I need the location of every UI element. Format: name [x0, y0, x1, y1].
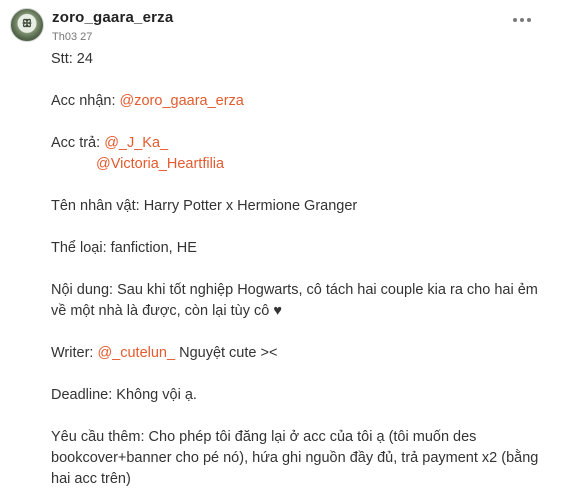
mention-link[interactable]: @_cutelun_ — [97, 345, 175, 361]
writer-label: Writer: — [51, 345, 98, 361]
post-content: Stt: 24 Acc nhận: @zoro_gaara_erza Acc t… — [51, 49, 561, 490]
mention-link[interactable]: @Victoria_Heartfilia — [96, 156, 224, 172]
acc-nhan-label: Acc nhận: — [51, 93, 120, 109]
deadline-line: Deadline: Không vội ạ. — [51, 387, 197, 403]
yeu-cau-line-1: Yêu cầu thêm: Cho phép tôi đăng lại ở ac… — [51, 429, 477, 445]
noi-dung-line-1: Nội dung: Sau khi tốt nghiệp Hogwarts, c… — [51, 282, 538, 298]
acc-nhan-line: Acc nhận: @zoro_gaara_erza — [51, 91, 561, 112]
acc-tra-label: Acc trả: — [51, 135, 105, 151]
more-horizontal-icon[interactable] — [513, 16, 533, 24]
yeu-cau-line-3: hai acc trên) — [51, 471, 131, 487]
mention-link[interactable]: @zoro_gaara_erza — [120, 93, 244, 109]
the-loai-line: Thể loại: fanfiction, HE — [51, 240, 197, 256]
post-timestamp: Th03 27 — [52, 31, 93, 43]
acc-tra-line: Acc trả: @_J_Ka_ — [51, 133, 561, 154]
mention-link[interactable]: @_J_Ka_ — [104, 135, 168, 151]
stt-line: Stt: 24 — [51, 51, 93, 67]
acc-tra-line-2: @Victoria_Heartfilia — [51, 154, 561, 175]
post-card: ꕥ zoro_gaara_erza Th03 27 Stt: 24 Acc nh… — [0, 0, 580, 493]
avatar-mark: ꕥ — [21, 17, 33, 30]
post-username[interactable]: zoro_gaara_erza — [52, 9, 173, 26]
ten-nhan-vat-line: Tên nhân vật: Harry Potter x Hermione Gr… — [51, 198, 358, 214]
yeu-cau-line-2: bookcover+banner cho pé nó), hứa ghi ngu… — [51, 450, 539, 466]
user-avatar-icon[interactable]: ꕥ — [10, 8, 44, 42]
writer-suffix: Nguyệt cute >< — [175, 345, 278, 361]
noi-dung-line-2: về một nhà là được, còn lại tùy cô ♥ — [51, 303, 282, 319]
writer-line: Writer: @_cutelun_ Nguyệt cute >< — [51, 343, 561, 364]
